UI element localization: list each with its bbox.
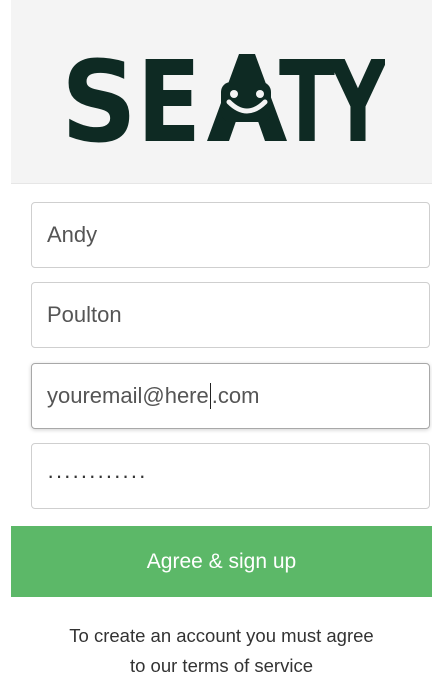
logo-letter-y: Y — [328, 48, 385, 143]
seaty-logo: S E T Y — [65, 48, 385, 143]
email-input[interactable]: youremail@here .com — [31, 363, 430, 429]
last-name-value: Poulton — [47, 302, 122, 327]
logo-letter-t: T — [279, 48, 335, 143]
logo-letter-e: E — [137, 48, 201, 143]
password-mask: ············ — [47, 463, 147, 488]
terms-line-2: to our terms of service — [129, 655, 313, 676]
password-input[interactable]: ············ — [31, 443, 430, 509]
app-header: S E T Y — [11, 0, 432, 184]
first-name-value: Andy — [47, 222, 98, 247]
logo-letter-s: S — [65, 48, 137, 143]
seat-icon — [207, 54, 287, 141]
agree-signup-label: Agree & sign up — [146, 549, 297, 573]
terms-notice: To create an account you must agree to o… — [11, 621, 432, 681]
email-value-before-caret: youremail@here — [47, 383, 209, 408]
text-caret — [209, 383, 211, 409]
last-name-input[interactable]: Poulton — [31, 282, 430, 348]
terms-line-1: To create an account you must agree — [69, 625, 374, 646]
email-value-after-caret: .com — [211, 383, 260, 408]
agree-signup-button[interactable]: Agree & sign up — [11, 526, 432, 597]
first-name-input[interactable]: Andy — [31, 202, 430, 268]
